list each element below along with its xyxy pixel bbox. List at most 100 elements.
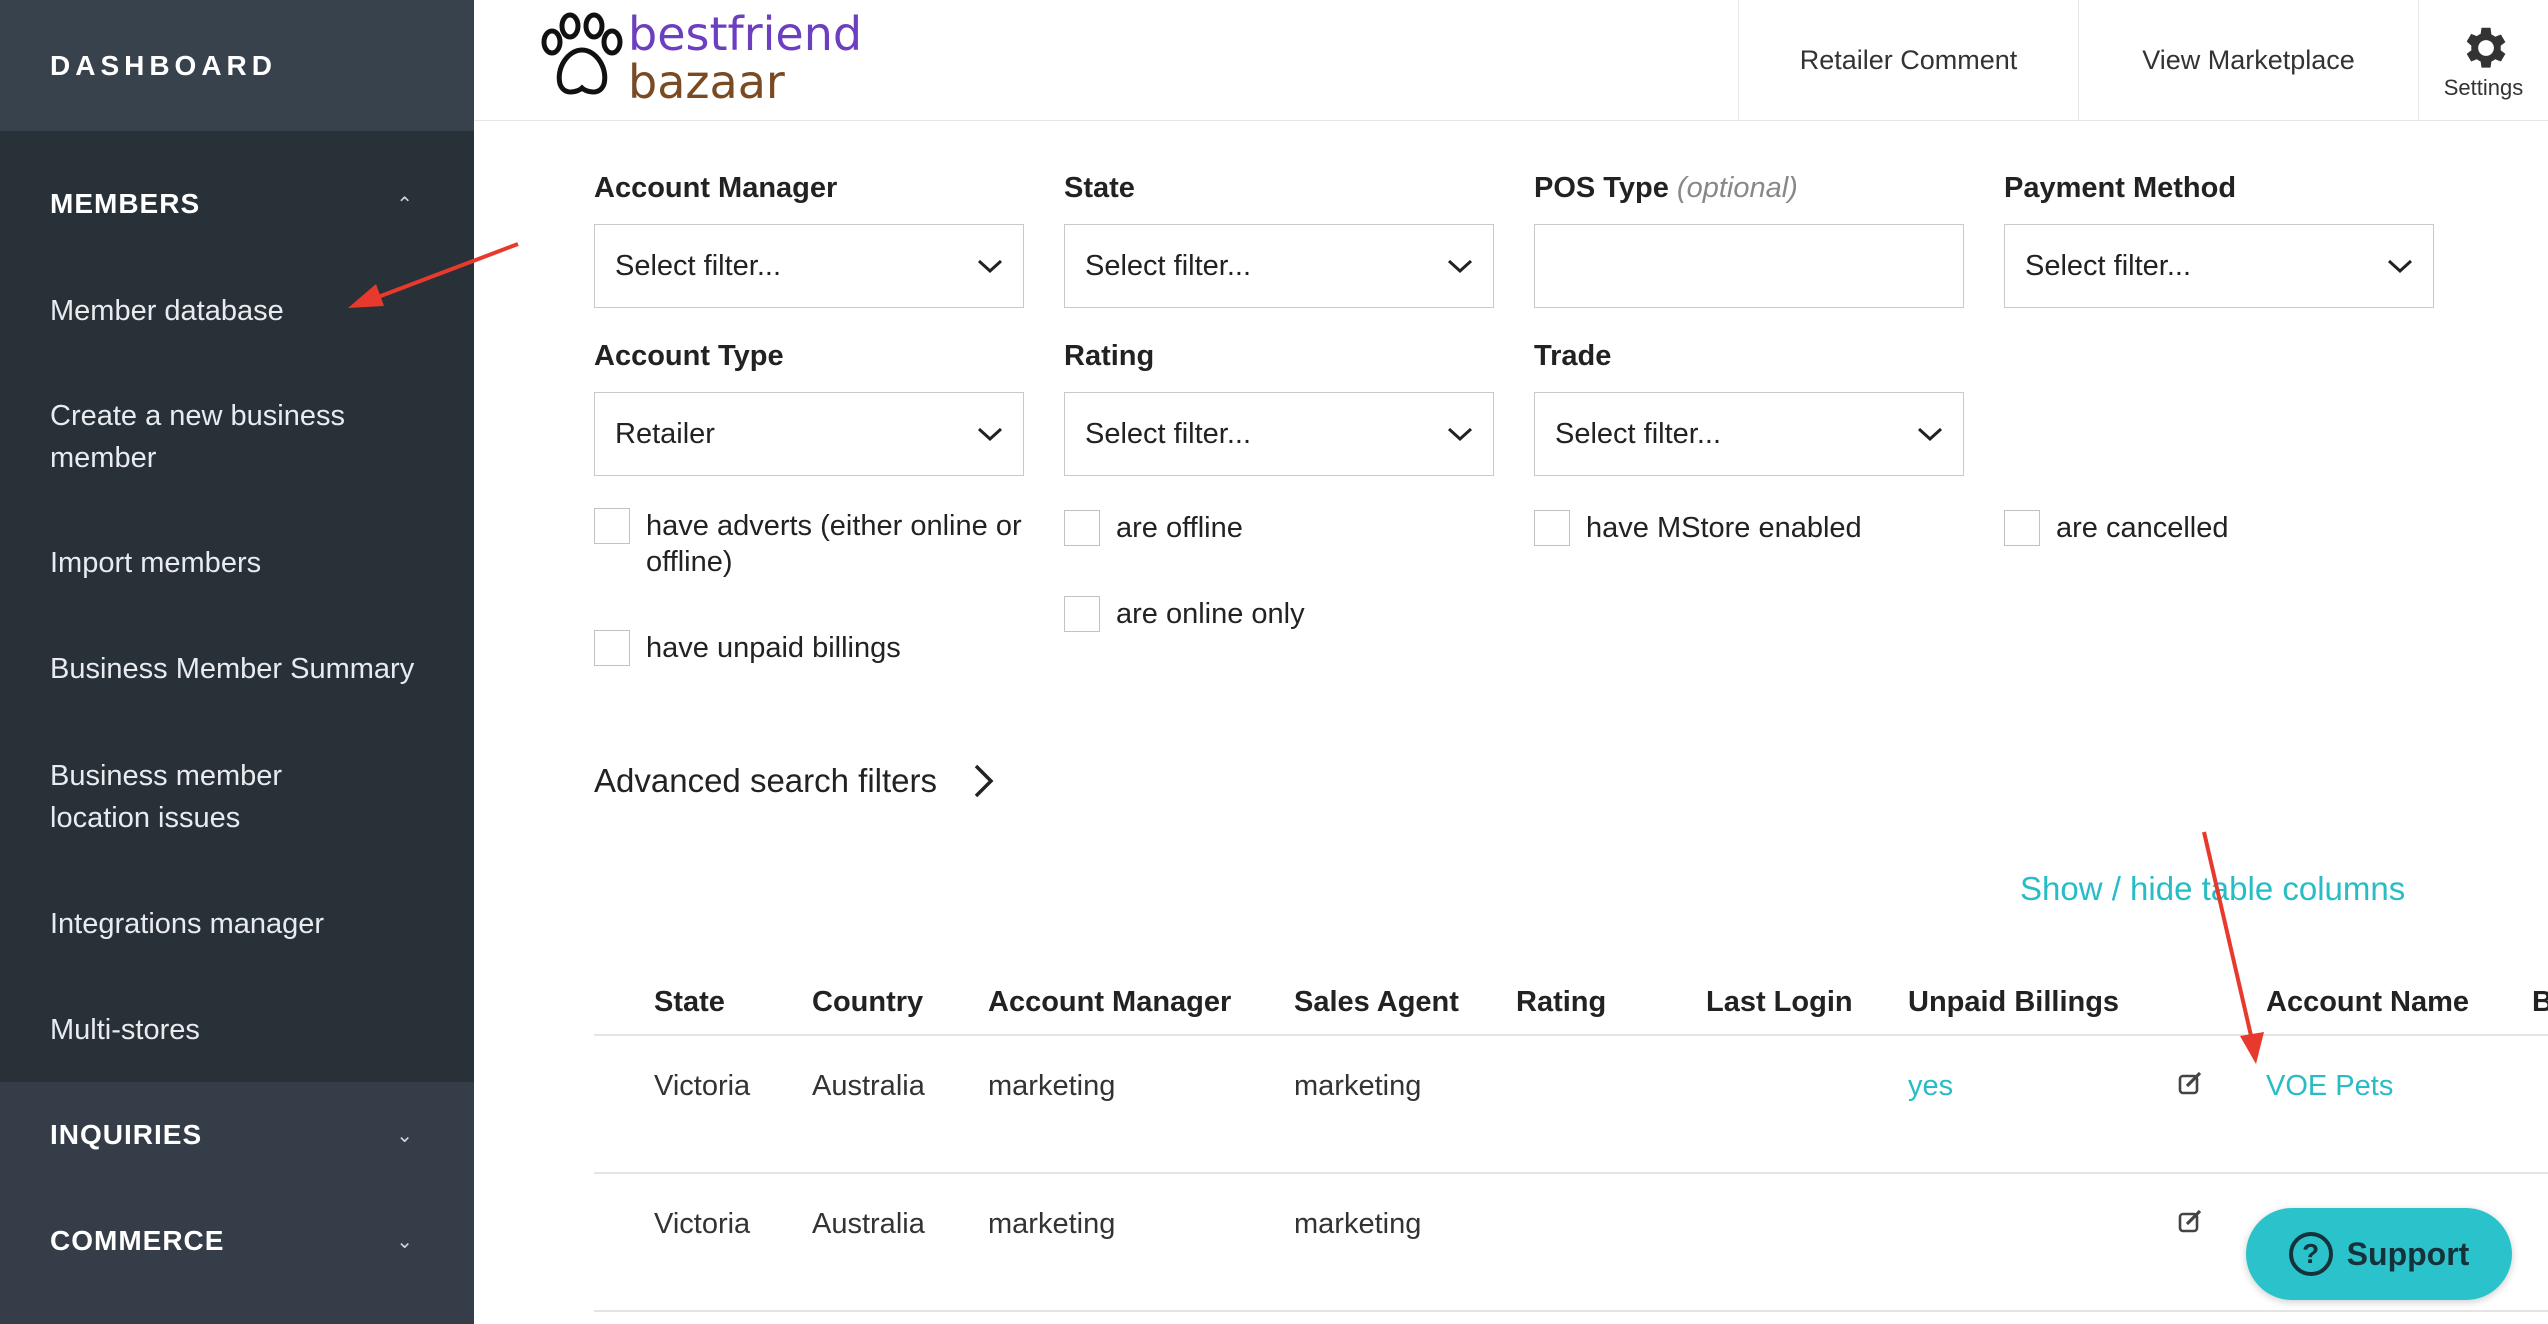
trade-select[interactable]: Select filter... — [1534, 392, 1964, 476]
state-label: State — [1064, 172, 1135, 204]
sidebar-item-multi-stores[interactable]: Multi-stores — [0, 1009, 250, 1051]
col-header-truncated[interactable]: B — [2532, 986, 2548, 1019]
support-button[interactable]: ? Support — [2246, 1208, 2512, 1300]
pos-type-input[interactable] — [1534, 224, 1964, 308]
sidebar-item-member-database[interactable]: Member database — [0, 290, 334, 332]
sidebar-lower-sections: INQUIRIES ⌄ COMMERCE ⌄ — [0, 1082, 474, 1324]
inquiries-label: INQUIRIES — [50, 1119, 203, 1150]
sidebar-item-integrations-manager[interactable]: Integrations manager — [0, 903, 374, 945]
col-header-sales-agent[interactable]: Sales Agent — [1294, 986, 1459, 1019]
col-header-account-manager[interactable]: Account Manager — [988, 986, 1231, 1019]
cell-country: Australia — [812, 1208, 925, 1240]
are-cancelled-checkbox[interactable]: are cancelled — [2004, 510, 2229, 546]
cell-unpaid-billings-link[interactable]: yes — [1908, 1070, 1953, 1103]
chevron-down-icon — [1917, 427, 1943, 442]
dashboard-label: DASHBOARD — [50, 49, 277, 81]
sidebar-item-label: Integrations manager — [50, 908, 325, 940]
advanced-search-label: Advanced search filters — [594, 762, 938, 799]
col-header-rating[interactable]: Rating — [1516, 986, 1606, 1019]
view-marketplace-button[interactable]: View Marketplace — [2078, 0, 2418, 121]
show-hide-columns-link[interactable]: Show / hide table columns — [2020, 870, 2405, 908]
account-type-select[interactable]: Retailer — [594, 392, 1024, 476]
select-value: Select filter... — [2025, 249, 2192, 282]
sidebar-section-commerce[interactable]: COMMERCE ⌄ — [0, 1188, 474, 1294]
are-online-only-checkbox[interactable]: are online only — [1064, 596, 1305, 632]
checkbox-box[interactable] — [1064, 596, 1100, 632]
chevron-down-icon: ⌄ — [396, 1124, 414, 1147]
state-select[interactable]: Select filter... — [1064, 224, 1494, 308]
are-offline-checkbox[interactable]: are offline — [1064, 510, 1243, 546]
checkbox-label: are cancelled — [2056, 512, 2229, 544]
cell-account-name-link[interactable]: VOE Pets — [2266, 1070, 2393, 1103]
cell-state: Victoria — [654, 1070, 751, 1102]
view-marketplace-label: View Marketplace — [2142, 45, 2355, 75]
settings-button[interactable]: Settings — [2418, 0, 2548, 121]
account-type-label: Account Type — [594, 340, 784, 372]
rating-label: Rating — [1064, 340, 1155, 372]
chevron-down-icon: ⌄ — [396, 1230, 414, 1253]
sidebar-item-label: Business Member Summary — [50, 653, 415, 685]
checkbox-box[interactable] — [1064, 510, 1100, 546]
advanced-search-toggle[interactable]: Advanced search filters — [594, 762, 995, 800]
members-label: MEMBERS — [50, 188, 201, 219]
have-unpaid-billings-checkbox[interactable]: have unpaid billings — [594, 630, 901, 666]
cell-country: Australia — [812, 1070, 925, 1102]
table-header-divider — [594, 1034, 2548, 1036]
checkbox-box[interactable] — [2004, 510, 2040, 546]
have-adverts-checkbox[interactable]: have adverts (either online or offline) — [594, 508, 1034, 580]
sidebar-item-create-business-member[interactable]: Create a new business member — [0, 395, 420, 479]
sidebar-item-label: Business member location issues — [50, 760, 283, 834]
col-header-last-login[interactable]: Last Login — [1706, 986, 1853, 1019]
checkbox-box[interactable] — [594, 508, 630, 544]
sidebar-section-inquiries[interactable]: INQUIRIES ⌄ — [0, 1082, 474, 1188]
checkbox-box[interactable] — [1534, 510, 1570, 546]
retailer-comment-button[interactable]: Retailer Comment — [1738, 0, 2078, 121]
brand-logo[interactable]: bestfriend bazaar — [532, 6, 952, 109]
select-value: Select filter... — [1555, 417, 1722, 450]
logo-text-bazaar: bazaar — [628, 55, 785, 106]
sidebar-item-label: Member database — [50, 295, 284, 327]
col-header-account-name[interactable]: Account Name — [2266, 986, 2469, 1019]
payment-method-select[interactable]: Select filter... — [2004, 224, 2434, 308]
cell-account-manager: marketing — [988, 1070, 1116, 1102]
chevron-up-icon: ⌃ — [396, 193, 414, 216]
retailer-comment-label: Retailer Comment — [1799, 45, 2018, 75]
select-value: Retailer — [615, 417, 715, 450]
account-manager-label: Account Manager — [594, 172, 838, 204]
edit-icon[interactable] — [2178, 1208, 2204, 1234]
checkbox-label: have unpaid billings — [646, 632, 901, 664]
cell-sales-agent: marketing — [1294, 1208, 1422, 1240]
annotation-arrow-account-name — [2202, 831, 2264, 1064]
help-icon: ? — [2288, 1232, 2333, 1276]
edit-icon[interactable] — [2178, 1070, 2204, 1096]
checkbox-box[interactable] — [594, 630, 630, 666]
cell-state: Victoria — [654, 1208, 751, 1240]
select-value: Select filter... — [615, 249, 782, 282]
row-divider — [594, 1172, 2548, 1174]
chevron-down-icon — [977, 259, 1003, 274]
col-header-country[interactable]: Country — [812, 986, 923, 1019]
top-header: bestfriend bazaar Retailer Comment View … — [474, 0, 2548, 121]
sidebar-item-label: Multi-stores — [50, 1014, 200, 1046]
sidebar-item-label: Import members — [50, 547, 262, 579]
chevron-down-icon — [1447, 427, 1473, 442]
account-manager-select[interactable]: Select filter... — [594, 224, 1024, 308]
sidebar-section-members[interactable]: MEMBERS ⌃ — [0, 131, 474, 277]
chevron-down-icon — [977, 427, 1003, 442]
commerce-label: COMMERCE — [50, 1225, 225, 1256]
sidebar-item-import-members[interactable]: Import members — [0, 542, 311, 584]
select-value: Select filter... — [1085, 249, 1252, 282]
sidebar-item-business-member-summary[interactable]: Business Member Summary — [0, 648, 464, 690]
sidebar-item-location-issues[interactable]: Business member location issues — [0, 755, 420, 839]
select-value: Select filter... — [1085, 417, 1252, 450]
have-mstore-checkbox[interactable]: have MStore enabled — [1534, 510, 1862, 546]
row-divider — [594, 1310, 2548, 1312]
col-header-state[interactable]: State — [654, 986, 725, 1019]
checkbox-label: are offline — [1116, 512, 1243, 544]
settings-label: Settings — [2443, 74, 2524, 100]
col-header-unpaid-billings[interactable]: Unpaid Billings — [1908, 986, 2119, 1019]
rating-select[interactable]: Select filter... — [1064, 392, 1494, 476]
sidebar-dashboard-link[interactable]: DASHBOARD — [0, 0, 474, 131]
checkbox-label: have MStore enabled — [1586, 512, 1862, 544]
sidebar-item-label: Create a new business member — [50, 400, 345, 474]
